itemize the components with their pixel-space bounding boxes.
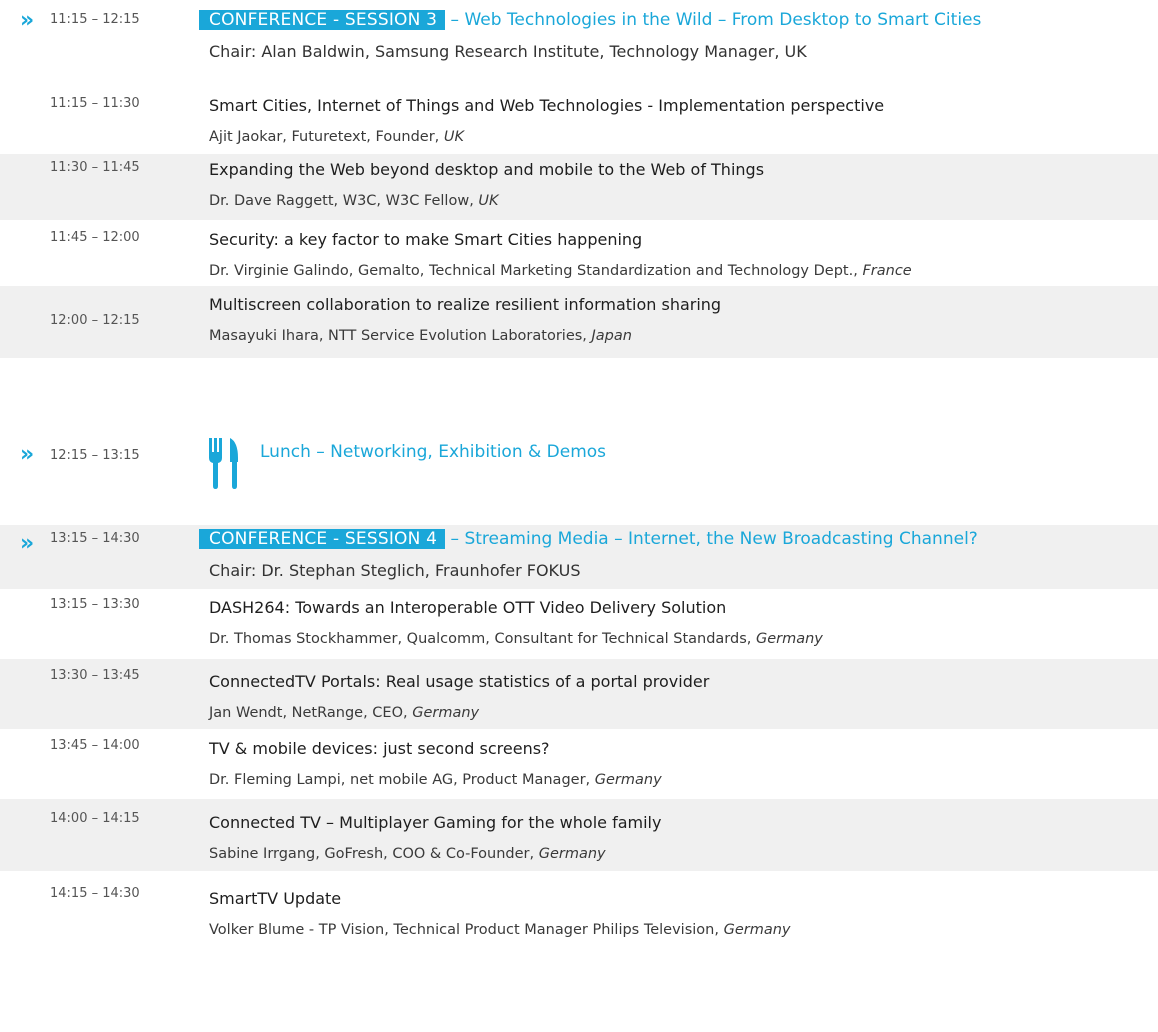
talk-country: Germany bbox=[412, 705, 480, 721]
session-chair: Chair: Alan Baldwin, Samsung Research In… bbox=[209, 42, 807, 61]
talk-title: ConnectedTV Portals: Real usage statisti… bbox=[209, 672, 710, 691]
session-badge: CONFERENCE - SESSION 4 bbox=[199, 529, 446, 549]
talk-title: SmartTV Update bbox=[209, 889, 342, 908]
talk-title: Smart Cities, Internet of Things and Web… bbox=[209, 96, 885, 115]
talk-country: Japan bbox=[591, 328, 632, 344]
talk-country: France bbox=[862, 263, 912, 279]
talk-row: 14:15 – 14:30 SmartTV Update Volker Blum… bbox=[0, 871, 1158, 941]
talk-row: 11:15 – 11:30 Smart Cities, Internet of … bbox=[0, 88, 1158, 154]
talk-time: 13:15 – 13:30 bbox=[50, 597, 140, 612]
talk-row: 13:30 – 13:45 ConnectedTV Portals: Real … bbox=[0, 659, 1158, 729]
lunch-label: Lunch – Networking, Exhibition & Demos bbox=[260, 442, 607, 462]
chevron-right-icon: ›› bbox=[20, 8, 34, 33]
talk-title: Connected TV – Multiplayer Gaming for th… bbox=[209, 813, 662, 832]
talk-speaker: Volker Blume - TP Vision, Technical Prod… bbox=[209, 922, 724, 938]
lunch-block: ›› 12:15 – 13:15 Lunch – Networking, Exh… bbox=[0, 434, 1158, 490]
talk-title: Expanding the Web beyond desktop and mob… bbox=[209, 160, 765, 179]
lunch-time: 12:15 – 13:15 bbox=[50, 448, 140, 463]
session-time: 11:15 – 12:15 bbox=[50, 12, 140, 27]
talk-row: 12:00 – 12:15 Multiscreen collaboration … bbox=[0, 286, 1158, 358]
talk-speaker: Dr. Fleming Lampi, net mobile AG, Produc… bbox=[209, 772, 595, 788]
chevron-right-icon: ›› bbox=[20, 442, 34, 467]
session-title: – Streaming Media – Internet, the New Br… bbox=[445, 529, 978, 549]
session-3-header: ›› 11:15 – 12:15 CONFERENCE - SESSION 3 … bbox=[0, 8, 1158, 78]
talk-speaker: Jan Wendt, NetRange, CEO, bbox=[209, 705, 413, 721]
talk-time: 11:45 – 12:00 bbox=[50, 230, 140, 245]
talk-speaker: Ajit Jaokar, Futuretext, Founder, bbox=[209, 129, 444, 145]
talk-speaker: Dr. Dave Raggett, W3C, W3C Fellow, bbox=[209, 193, 479, 209]
talk-time: 14:00 – 14:15 bbox=[50, 811, 140, 826]
talk-row: 11:30 – 11:45 Expanding the Web beyond d… bbox=[0, 154, 1158, 220]
talk-country: UK bbox=[443, 129, 465, 145]
talk-time: 14:15 – 14:30 bbox=[50, 886, 140, 901]
session-4-header: ›› 13:15 – 14:30 CONFERENCE - SESSION 4 … bbox=[0, 525, 1158, 589]
talk-country: Germany bbox=[755, 631, 823, 647]
talk-row: 11:45 – 12:00 Security: a key factor to … bbox=[0, 220, 1158, 286]
talk-time: 13:45 – 14:00 bbox=[50, 738, 140, 753]
talk-speaker: Sabine Irrgang, GoFresh, COO & Co-Founde… bbox=[209, 846, 539, 862]
talk-row: 13:15 – 13:30 DASH264: Towards an Intero… bbox=[0, 589, 1158, 659]
session-time: 13:15 – 14:30 bbox=[50, 531, 140, 546]
agenda-page: { "session3": { "time": "11:15 – 12:15",… bbox=[0, 0, 1158, 1032]
talk-country: Germany bbox=[538, 846, 606, 862]
session-badge: CONFERENCE - SESSION 3 bbox=[199, 10, 446, 30]
talk-row: 14:00 – 14:15 Connected TV – Multiplayer… bbox=[0, 799, 1158, 871]
talk-country: Germany bbox=[723, 922, 791, 938]
session-chair: Chair: Dr. Stephan Steglich, Fraunhofer … bbox=[209, 561, 581, 580]
talk-title: Multiscreen collaboration to realize res… bbox=[209, 295, 722, 314]
chevron-right-icon: ›› bbox=[20, 531, 34, 556]
talk-time: 11:15 – 11:30 bbox=[50, 96, 140, 111]
talk-time: 11:30 – 11:45 bbox=[50, 160, 140, 175]
talk-title: DASH264: Towards an Interoperable OTT Vi… bbox=[209, 598, 727, 617]
talk-speaker: Dr. Thomas Stockhammer, Qualcomm, Consul… bbox=[209, 631, 756, 647]
talk-row: 13:45 – 14:00 TV & mobile devices: just … bbox=[0, 729, 1158, 799]
talk-time: 12:00 – 12:15 bbox=[50, 313, 140, 328]
talk-title: TV & mobile devices: just second screens… bbox=[209, 739, 550, 758]
cutlery-icon bbox=[209, 438, 238, 489]
talk-speaker: Dr. Virginie Galindo, Gemalto, Technical… bbox=[209, 263, 863, 279]
talk-country: Germany bbox=[594, 772, 662, 788]
talk-speaker: Masayuki Ihara, NTT Service Evolution La… bbox=[209, 328, 592, 344]
talk-country: UK bbox=[478, 193, 499, 209]
talk-title: Security: a key factor to make Smart Cit… bbox=[209, 230, 643, 249]
session-title: – Web Technologies in the Wild – From De… bbox=[445, 10, 982, 30]
talk-time: 13:30 – 13:45 bbox=[50, 668, 140, 683]
